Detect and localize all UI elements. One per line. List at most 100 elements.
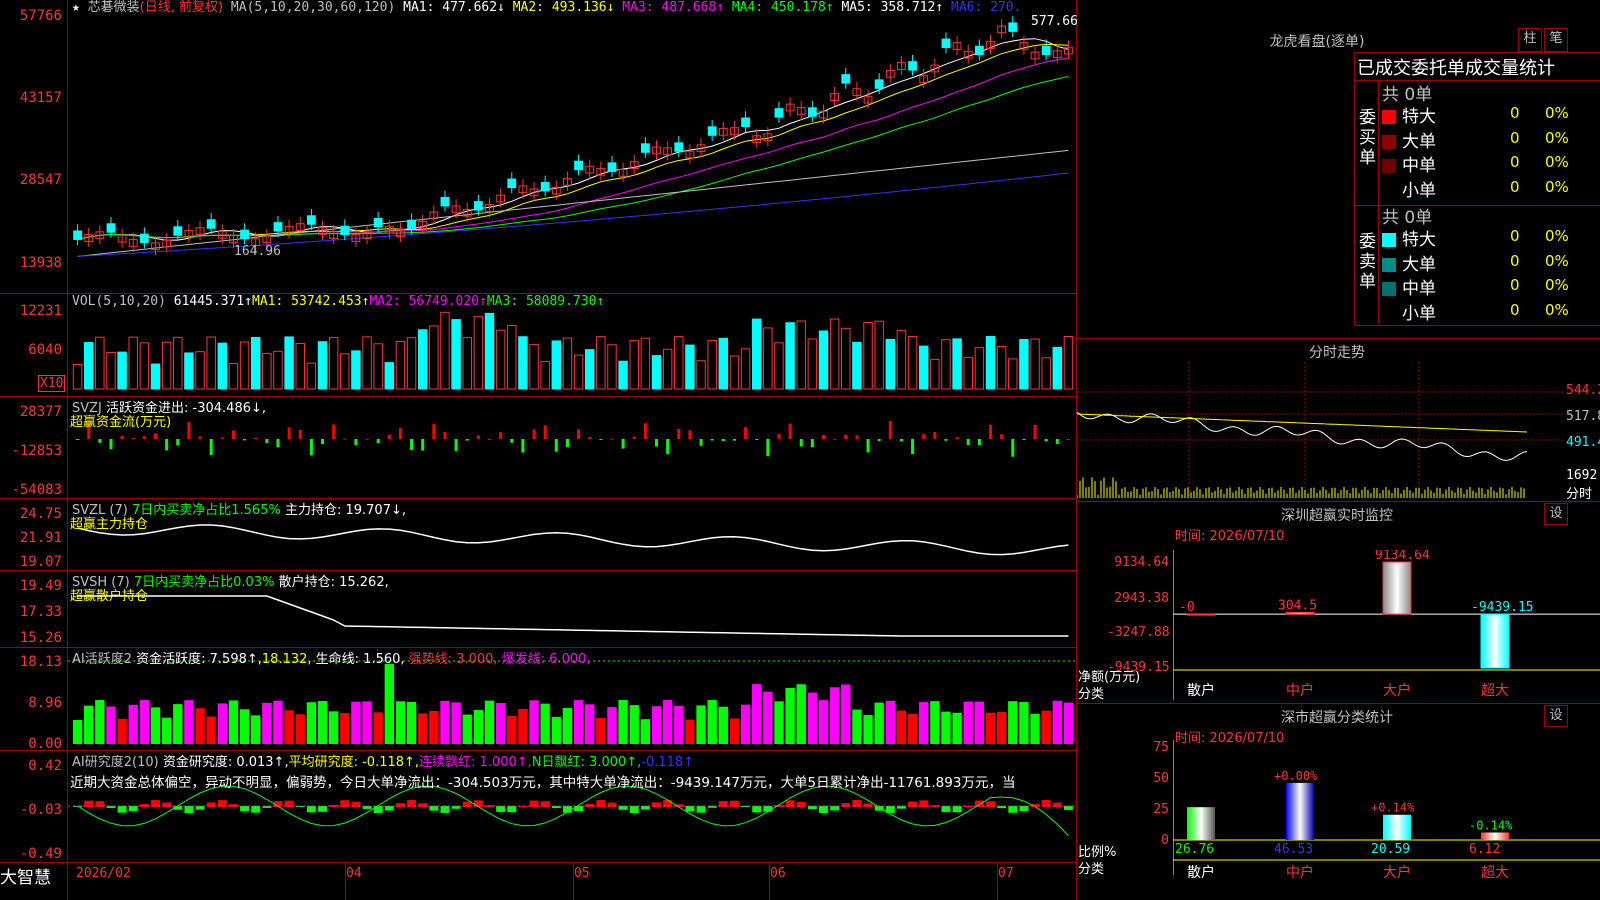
activity-bar bbox=[418, 713, 428, 744]
sell-pct: 0% bbox=[1545, 251, 1569, 270]
classify-bar[interactable] bbox=[1187, 807, 1215, 840]
volume-bar bbox=[306, 362, 317, 390]
activity-bar bbox=[540, 703, 550, 744]
activity-bar bbox=[273, 700, 283, 744]
research-bar bbox=[429, 806, 439, 811]
candle-body bbox=[306, 215, 316, 225]
intraday-chart[interactable] bbox=[1077, 362, 1600, 498]
activity-bar bbox=[406, 701, 417, 744]
analysis-comment: 近期大资金总体偏空，异动不明显，偏弱势，今日大单净流出：-304.503万元，其… bbox=[70, 775, 1016, 791]
bar-view-button[interactable]: 柱 bbox=[1518, 28, 1542, 52]
volume-bar bbox=[718, 337, 729, 390]
volume-bar bbox=[139, 342, 150, 390]
flow-bar bbox=[1066, 438, 1070, 440]
volume-bar bbox=[573, 354, 584, 390]
volume-bar bbox=[529, 343, 539, 390]
monitor-category-label: 中户 bbox=[1286, 682, 1314, 699]
volume-bar bbox=[774, 342, 784, 390]
flow-bar bbox=[76, 439, 80, 440]
activity-bar bbox=[1019, 702, 1029, 744]
legend-swatch bbox=[1382, 110, 1396, 124]
sz-monitor-panel bbox=[1077, 501, 1600, 502]
buy-count: 0 bbox=[1510, 128, 1520, 147]
flow-bar bbox=[966, 439, 970, 446]
flow-bar bbox=[666, 439, 670, 454]
research-bar bbox=[1019, 806, 1029, 812]
volume-bar bbox=[807, 338, 818, 390]
date-tick: 04 bbox=[346, 866, 362, 881]
candle-body bbox=[340, 225, 350, 236]
activity-bar bbox=[228, 700, 239, 744]
volume-bar bbox=[829, 318, 840, 390]
ai2-tick: -0.03 bbox=[19, 802, 62, 818]
classify-bar[interactable] bbox=[1383, 814, 1411, 840]
activity-bar bbox=[150, 707, 161, 744]
volume-bar bbox=[362, 336, 372, 390]
svzj-tick: 28377 bbox=[19, 404, 62, 420]
flow-bar bbox=[532, 429, 536, 439]
activity-bar bbox=[373, 712, 383, 744]
research-bar bbox=[128, 806, 138, 812]
activity-bar bbox=[473, 709, 484, 744]
sz-monitor-xlabel: 分类 bbox=[1078, 687, 1105, 702]
volume-bar bbox=[273, 350, 283, 390]
flow-bar bbox=[1011, 439, 1015, 457]
svzl-subtitle: 超赢主力持仓 bbox=[70, 517, 149, 532]
date-tick: 06 bbox=[770, 866, 786, 881]
candle-body bbox=[974, 45, 984, 56]
candle-body bbox=[674, 142, 684, 152]
sz-classify-chart[interactable]: 26.76 散户 46.53 +0.00% 中户 20.59 +0.14% 大户 6.12 -0.… bbox=[1173, 740, 1600, 900]
activity-bar bbox=[217, 703, 227, 744]
svzj-tick: -54083 bbox=[11, 482, 62, 498]
monitor-bar[interactable] bbox=[1382, 561, 1412, 615]
classify-bar[interactable] bbox=[1286, 782, 1314, 840]
vol-tick: 12231 bbox=[19, 303, 62, 319]
sz-monitor-chart[interactable]: -0 散户 304.5 中户 9134.64 大户 -9439.15 超大 bbox=[1173, 550, 1600, 700]
flow-bar bbox=[476, 435, 480, 439]
candle-body bbox=[206, 219, 216, 229]
classify-value-label: 26.76 bbox=[1175, 842, 1214, 857]
candle-body bbox=[373, 217, 383, 228]
activity-bar bbox=[640, 719, 651, 744]
sell-count: 0 bbox=[1510, 300, 1520, 319]
main-chart-area[interactable]: ★ 芯碁微装(日线, 前复权) MA(5,10,20,30,60,120) MA… bbox=[0, 0, 1078, 900]
candle-body bbox=[106, 223, 116, 233]
volume-bar bbox=[217, 342, 228, 390]
sell-count: 0 bbox=[1510, 276, 1520, 294]
sell-count: 0 bbox=[1510, 251, 1520, 270]
activity-bar bbox=[752, 684, 762, 744]
research-bar bbox=[752, 806, 762, 813]
flow-bar bbox=[922, 434, 926, 439]
monitor-bar[interactable] bbox=[1480, 613, 1510, 669]
svzl-tick: 24.75 bbox=[19, 506, 62, 522]
activity-bar bbox=[718, 706, 728, 744]
buy-name: 中单 bbox=[1402, 156, 1436, 176]
volume-bar bbox=[618, 360, 628, 390]
volume-bar bbox=[952, 338, 962, 390]
activity-bar bbox=[72, 720, 83, 744]
volume-bar bbox=[985, 336, 996, 390]
volume-bar bbox=[340, 353, 350, 390]
activity-bar bbox=[562, 708, 573, 744]
volume-bar bbox=[484, 312, 495, 390]
volume-bar bbox=[751, 318, 762, 390]
lhb-subtitle: 已成交委托单成交量统计 bbox=[1357, 58, 1555, 79]
ai2-tick: -0.49 bbox=[19, 846, 62, 862]
flow-bar bbox=[154, 433, 157, 439]
activity-bar bbox=[495, 703, 506, 744]
classify-bar[interactable] bbox=[1481, 832, 1509, 840]
flow-bar bbox=[911, 439, 915, 455]
research-bar bbox=[496, 806, 506, 812]
intraday-tick: 517.8 bbox=[1566, 409, 1600, 424]
research-bar bbox=[384, 806, 394, 811]
sz-monitor-settings-button[interactable]: 设 bbox=[1544, 503, 1568, 525]
flow-bar bbox=[254, 437, 258, 439]
activity-bar bbox=[362, 701, 372, 744]
tick-view-button[interactable]: 笔 bbox=[1544, 28, 1568, 52]
monitor-category-label: 大户 bbox=[1383, 682, 1411, 699]
flow-bar bbox=[888, 421, 892, 439]
flow-bar bbox=[588, 437, 592, 439]
sz-classify-settings-button[interactable]: 设 bbox=[1544, 705, 1568, 727]
activity-bar bbox=[1041, 710, 1051, 744]
research-bar bbox=[318, 806, 327, 812]
